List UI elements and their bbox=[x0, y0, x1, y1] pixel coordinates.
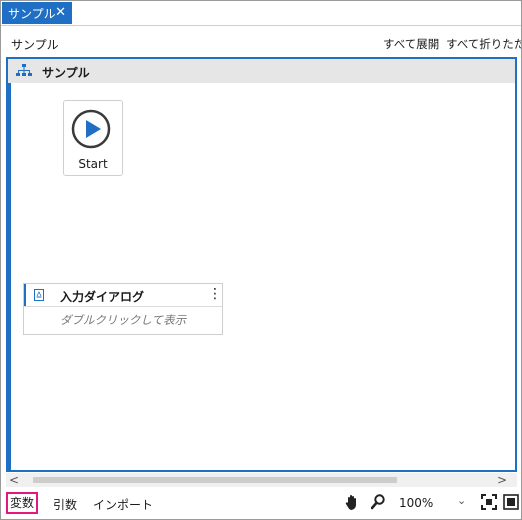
sequence-title: サンプル bbox=[42, 66, 90, 80]
more-options-icon[interactable]: ⋮ bbox=[208, 286, 222, 302]
imports-button[interactable]: インポート bbox=[93, 496, 153, 513]
arguments-button[interactable]: 引数 bbox=[53, 496, 77, 513]
close-icon[interactable]: ✕ bbox=[55, 5, 66, 21]
activity-accent bbox=[24, 284, 26, 306]
designer-header: サンプル すべて展開 すべて折りたたむ bbox=[1, 26, 521, 56]
tab-strip: サンプル ✕ bbox=[1, 1, 521, 26]
input-dialog-activity[interactable]: 入力ダイアログ ⋮ ダブルクリックして表示 bbox=[23, 283, 223, 335]
breadcrumb[interactable]: サンプル bbox=[11, 36, 59, 53]
sequence-left-bar bbox=[8, 83, 11, 470]
scroll-right-icon[interactable]: > bbox=[497, 473, 507, 487]
expand-all-link[interactable]: すべて展開 bbox=[383, 36, 439, 52]
sequence-header[interactable]: サンプル bbox=[8, 59, 515, 83]
horizontal-scrollbar[interactable]: < > bbox=[6, 473, 517, 487]
zoom-level[interactable]: 100% bbox=[399, 496, 433, 510]
workflow-designer-window: サンプル ✕ サンプル すべて展開 すべて折りたたむ サンプル bbox=[0, 0, 522, 520]
designer-canvas[interactable]: サンプル Start 入力ダイアログ ⋮ ダブルクリックして表示 bbox=[6, 57, 517, 472]
fit-to-screen-icon[interactable] bbox=[481, 494, 497, 510]
activity-title: 入力ダイアログ bbox=[60, 290, 145, 304]
scrollbar-thumb[interactable] bbox=[33, 477, 397, 483]
overview-icon[interactable] bbox=[503, 494, 519, 510]
hand-pan-icon[interactable] bbox=[345, 494, 359, 510]
start-node[interactable]: Start bbox=[63, 100, 123, 176]
zoom-icon[interactable] bbox=[371, 494, 385, 510]
document-icon bbox=[34, 289, 44, 301]
start-label: Start bbox=[78, 157, 108, 171]
designer-bottom-bar: 変数 引数 インポート 100% ⌄ bbox=[1, 489, 521, 519]
activity-hint: ダブルクリックして表示 bbox=[59, 313, 187, 327]
tab-label: サンプル bbox=[8, 6, 56, 21]
collapse-all-link[interactable]: すべて折りたたむ bbox=[446, 36, 521, 52]
chevron-down-icon[interactable]: ⌄ bbox=[457, 494, 466, 507]
activity-header: 入力ダイアログ ⋮ bbox=[24, 284, 222, 307]
variables-button[interactable]: 変数 bbox=[6, 492, 38, 514]
sequence-hierarchy-icon bbox=[16, 64, 32, 76]
tab-sample[interactable]: サンプル ✕ bbox=[2, 2, 72, 24]
scroll-left-icon[interactable]: < bbox=[9, 473, 19, 487]
play-icon bbox=[71, 109, 111, 149]
